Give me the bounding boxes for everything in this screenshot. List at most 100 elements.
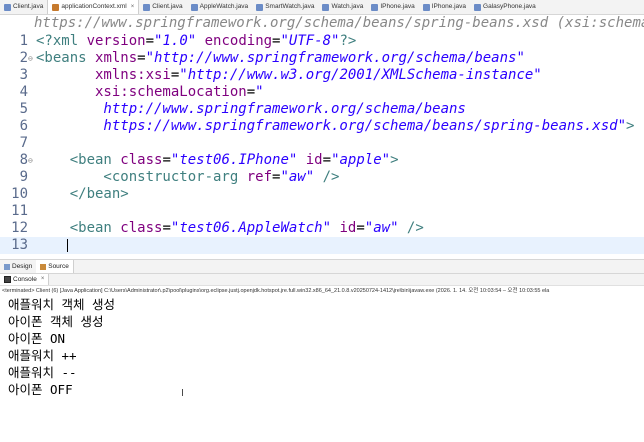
xml-file-icon xyxy=(52,3,60,11)
editor-tab-label: SmartWatch.java xyxy=(265,3,315,10)
code-token: /> xyxy=(398,220,424,236)
code-token: version xyxy=(86,33,146,49)
editor-tab[interactable]: SmartWatch.java xyxy=(252,0,318,14)
source-icon xyxy=(40,263,47,270)
code-text: <?xml version="1.0" encoding="UTF-8"?> xyxy=(36,33,356,50)
tab-console[interactable]: Console × xyxy=(0,274,50,285)
code-token: = xyxy=(246,84,256,100)
editor-tab[interactable]: GalasyPhone.java xyxy=(470,0,540,14)
code-token: > xyxy=(390,152,399,168)
line-number: 6 xyxy=(19,118,28,134)
tab-label: Design xyxy=(12,262,33,270)
java-file-icon xyxy=(322,3,330,11)
code-token: encoding xyxy=(196,33,273,49)
code-token: = xyxy=(322,152,332,168)
code-text: <beans xmlns="http://www.springframework… xyxy=(36,50,525,67)
code-token: id xyxy=(297,152,323,168)
code-token: <bean xyxy=(36,220,121,236)
code-token: <beans xyxy=(36,50,96,66)
editor-tab-label: Watch.java xyxy=(331,3,364,10)
code-line: 12 <bean class="test06.AppleWatch" id="a… xyxy=(0,220,644,237)
code-token: <?xml xyxy=(36,33,87,49)
editor-tab[interactable]: IPhone.java xyxy=(419,0,470,14)
line-number: 11 xyxy=(11,203,28,219)
console-tab-label: Console xyxy=(13,276,37,283)
text-caret xyxy=(67,239,68,252)
code-token: "http://www.w3.org/2001/XMLSchema-instan… xyxy=(179,67,542,83)
console-output[interactable]: 애플워치 객체 생성 아이폰 객체 생성 아이폰 ON 애플워치 ++ 애플워치 -- 아… xyxy=(0,296,644,442)
line-number: 10 xyxy=(11,186,28,202)
code-token: <bean xyxy=(36,152,121,168)
code-token: = xyxy=(162,220,171,236)
code-token: "test06.IPhone" xyxy=(170,152,298,168)
tab-source[interactable]: Source xyxy=(36,260,74,273)
editor-tab[interactable]: Watch.java xyxy=(318,0,367,14)
editor-tab-label: GalasyPhone.java xyxy=(483,3,536,10)
code-token: </bean> xyxy=(36,186,129,202)
code-token: = xyxy=(137,50,146,66)
code-token: "test06.AppleWatch" xyxy=(170,220,332,236)
code-line: 10 </bean> xyxy=(0,186,644,203)
editor-tab[interactable]: Client.java xyxy=(139,0,186,14)
editor-tab[interactable]: AppleWatch.java xyxy=(187,0,253,14)
code-token: class xyxy=(120,152,163,168)
editor-tab-bar: Client.java applicationContext.xml × Client… xyxy=(0,0,644,15)
xml-editor[interactable]: 1 <?xml version="1.0" encoding="UTF-8"?> 2… xyxy=(0,32,644,258)
editor-tab[interactable]: applicationContext.xml × xyxy=(47,0,140,14)
tab-design[interactable]: Design xyxy=(0,260,36,273)
editor-tab-label: IPhone.java xyxy=(431,3,467,10)
code-line: 6 https://www.springframework.org/schema… xyxy=(0,118,644,135)
code-token: xsi:schemaLocation xyxy=(36,84,247,100)
editor-tab-label: applicationContext.xml xyxy=(61,3,127,10)
java-file-icon xyxy=(371,3,379,11)
line-number: 7 xyxy=(19,135,28,151)
code-text: https://www.springframework.org/schema/b… xyxy=(36,118,634,135)
fold-toggle-icon[interactable]: ⊖ xyxy=(28,50,33,67)
console-tab-bar: Console × xyxy=(0,274,644,286)
java-file-icon xyxy=(256,3,264,11)
fold-toggle-icon[interactable]: ⊖ xyxy=(28,152,33,169)
code-text: </bean> xyxy=(36,186,129,203)
code-token: "http://www.springframework.org/schema/b… xyxy=(145,50,525,66)
code-token: xmlns xyxy=(95,50,138,66)
code-line: 4 xsi:schemaLocation=" xyxy=(0,84,644,101)
editor-tab-label: IPhone.java xyxy=(380,3,415,10)
code-token: "aw" xyxy=(364,220,399,236)
design-icon xyxy=(4,263,10,270)
code-token: = xyxy=(356,220,365,236)
code-token: "UTF-8" xyxy=(280,33,340,49)
code-line: 8 ⊖ <bean class="test06.IPhone" id="apple… xyxy=(0,152,644,169)
code-line: 3 xmlns:xsi="http://www.w3.org/2001/XMLS… xyxy=(0,67,644,84)
code-token: http://www.springframework.org/schema/be… xyxy=(36,101,466,117)
close-icon[interactable]: × xyxy=(131,0,135,14)
code-token: = xyxy=(145,33,155,49)
code-line: 11 xyxy=(0,203,644,220)
console-terminated-info: <terminated> Client (6) [Java Applicatio… xyxy=(2,288,550,294)
line-number: 8 xyxy=(19,152,28,168)
line-number: 1 xyxy=(19,33,28,49)
java-file-icon xyxy=(190,3,198,11)
line-number: 9 xyxy=(19,169,28,185)
code-token: "1.0" xyxy=(154,33,197,49)
code-token: "apple" xyxy=(331,152,391,168)
text-cursor-icon: I xyxy=(181,388,184,399)
code-token: xmlns:xsi xyxy=(36,67,171,83)
editor-tab[interactable]: IPhone.java xyxy=(367,0,418,14)
code-line: 2 ⊖ <beans xmlns="http://www.springframewo… xyxy=(0,50,644,67)
close-icon[interactable]: × xyxy=(41,274,45,285)
tab-label: Source xyxy=(48,262,69,270)
line-number: 3 xyxy=(19,67,28,83)
line-number: 13 xyxy=(11,237,28,253)
console-icon xyxy=(4,276,11,283)
code-token: ?> xyxy=(339,33,357,49)
java-file-icon xyxy=(422,3,430,11)
code-text: <constructor-arg ref="aw" /> xyxy=(36,169,339,186)
schema-location-hint: https://www.springframework.org/schema/b… xyxy=(34,15,644,31)
code-token: /> xyxy=(314,169,340,185)
editor-tab[interactable]: Client.java xyxy=(0,0,47,14)
java-file-icon xyxy=(143,3,151,11)
code-line: 9 <constructor-arg ref="aw" /> xyxy=(0,169,644,186)
code-token: class xyxy=(120,220,163,236)
java-file-icon xyxy=(474,3,482,11)
editor-tab-label: AppleWatch.java xyxy=(199,3,249,10)
